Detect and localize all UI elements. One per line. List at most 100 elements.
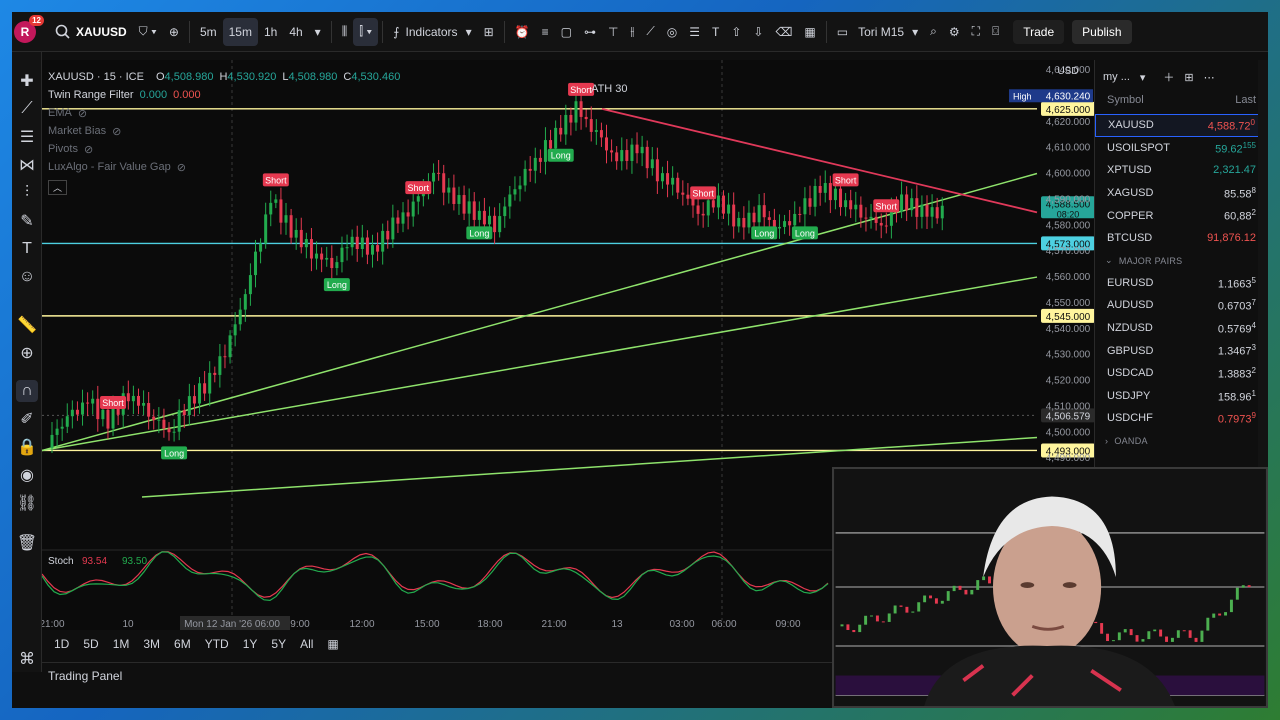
watchlist-row[interactable]: XPTUSD 2,321.47	[1095, 159, 1268, 182]
legend-indicator[interactable]: EMA ⊘	[48, 104, 400, 122]
time-tick: 21:00	[42, 619, 65, 630]
interval-dropdown-icon[interactable]: ▾	[309, 18, 327, 46]
section-header[interactable]: ⌄ MAJOR PAIRS	[1095, 250, 1268, 272]
stay-drawing-icon[interactable]: ✐	[16, 408, 38, 430]
object-tree-icon[interactable]: ⌘	[16, 648, 38, 670]
range-6M[interactable]: 6M	[168, 635, 197, 653]
eye-hidden-icon[interactable]: ⊘	[177, 161, 186, 174]
legend-indicator[interactable]: Market Bias ⊘	[48, 122, 400, 140]
alert-icon[interactable]: ⏰	[509, 18, 536, 46]
camera-icon[interactable]: ⌼	[986, 18, 1005, 46]
flag-icon[interactable]: ⛉ ▾	[133, 18, 163, 46]
eye-hidden-icon[interactable]: ⊘	[84, 143, 93, 156]
trading-panel-tab[interactable]: Trading Panel	[42, 662, 842, 688]
user-avatar[interactable]: R 12	[14, 14, 44, 43]
indicators-button[interactable]: ⨍ Indicators ▾	[387, 18, 477, 46]
range-1Y[interactable]: 1Y	[237, 635, 264, 653]
interval-1h[interactable]: 1h	[258, 18, 283, 46]
watchlist-row[interactable]: USDCHF 0.79739	[1095, 407, 1268, 430]
horizontal-line-icon[interactable]: ⊶	[578, 18, 602, 46]
mini-candle	[952, 585, 956, 592]
legend-indicator[interactable]: Twin Range Filter 0.000 0.000	[48, 86, 400, 104]
range-1M[interactable]: 1M	[107, 635, 136, 653]
vertical-line-icon[interactable]: ⊤	[602, 18, 624, 46]
compare-symbol-icon[interactable]: ⊕	[163, 18, 185, 46]
brush-tool-icon[interactable]: ✎	[16, 210, 38, 232]
arrow-down-icon[interactable]: ⇩	[747, 18, 769, 46]
indicator-value: 0.000	[173, 89, 201, 101]
trade-button[interactable]: Trade	[1013, 19, 1065, 44]
fullscreen-icon[interactable]: ⛶	[966, 18, 986, 46]
trend-line-icon[interactable]: ⟋	[640, 18, 660, 46]
settings-icon[interactable]: ⚙	[943, 18, 966, 46]
col-last[interactable]: Last	[1235, 94, 1256, 114]
channel-tool-icon[interactable]: ⫲	[624, 18, 640, 46]
ruler-icon[interactable]: 📏	[16, 314, 38, 336]
eraser-icon[interactable]: ⌫	[769, 18, 798, 46]
arrow-up-icon[interactable]: ⇧	[725, 18, 747, 46]
target-icon[interactable]: ◎	[661, 18, 683, 46]
range-5Y[interactable]: 5Y	[265, 635, 292, 653]
watchlist-layout-icon[interactable]: ⊞	[1184, 71, 1193, 84]
link-icon[interactable]: ⛓	[16, 492, 38, 514]
lock-icon[interactable]: 🔒	[16, 436, 38, 458]
collapse-legend-icon[interactable]: ︿	[48, 178, 400, 196]
zoom-in-icon[interactable]: ⊕	[16, 342, 38, 364]
fib-icon[interactable]: ☰	[683, 18, 706, 46]
watchlist-row[interactable]: GBPUSD 1.34673	[1095, 339, 1268, 362]
zoom-icon[interactable]: ⌕	[924, 18, 943, 46]
watchlist-row[interactable]: XAGUSD 85.588	[1095, 182, 1268, 205]
eye-hidden-icon[interactable]: ⊘	[112, 125, 121, 138]
interval-15m[interactable]: 15m	[222, 17, 258, 46]
range-All[interactable]: All	[294, 635, 319, 653]
more-icon[interactable]: ⋯	[1204, 71, 1215, 84]
range-1D[interactable]: 1D	[48, 635, 75, 653]
watchlist-row[interactable]: COPPER 60,882	[1095, 204, 1268, 227]
col-symbol[interactable]: Symbol	[1107, 94, 1144, 114]
candle-style-icon[interactable]: ⫿ ▾	[353, 17, 379, 46]
replay-icon[interactable]: ≡	[536, 18, 555, 46]
symbol-search[interactable]: XAUUSD	[48, 18, 133, 46]
text-tool-icon[interactable]: T	[16, 238, 38, 260]
pattern-tool-icon[interactable]: ⋈	[16, 154, 38, 176]
interval-5m[interactable]: 5m	[194, 18, 223, 46]
emoji-tool-icon[interactable]: ☺	[16, 266, 38, 288]
visibility-icon[interactable]: ◉	[16, 464, 38, 486]
templates-icon[interactable]: ⊞	[478, 18, 500, 46]
add-symbol-icon[interactable]: ＋	[1163, 69, 1174, 85]
watchlist-row[interactable]: USDCAD 1.38832	[1095, 362, 1268, 385]
eye-hidden-icon[interactable]: ⊘	[78, 107, 87, 120]
grid-icon[interactable]: ▦	[798, 18, 821, 46]
magnet-icon[interactable]: ∩	[16, 380, 38, 402]
text-tool-icon[interactable]: T	[706, 18, 725, 46]
currency-label[interactable]: USD	[1057, 66, 1078, 77]
rectangle-tool-icon[interactable]: ▢	[555, 18, 578, 46]
forecast-tool-icon[interactable]: ⫶	[16, 182, 38, 204]
trash-icon[interactable]: 🗑	[16, 532, 38, 554]
cursor-icon[interactable]: ✚	[16, 70, 38, 92]
watchlist-row[interactable]: AUDUSD 0.67037	[1095, 294, 1268, 317]
watchlist-row[interactable]: BTCUSD 91,876.12	[1095, 227, 1268, 250]
watchlist-row[interactable]: USDJPY 158.961	[1095, 385, 1268, 408]
range-5D[interactable]: 5D	[77, 635, 104, 653]
range-YTD[interactable]: YTD	[199, 635, 235, 653]
fib-tool-icon[interactable]: ☰	[16, 126, 38, 148]
range-3M[interactable]: 3M	[137, 635, 166, 653]
trend-line[interactable]	[42, 172, 1038, 452]
watchlist-title[interactable]: my ...	[1103, 71, 1130, 83]
section-header[interactable]: › OANDA	[1095, 430, 1268, 452]
publish-button[interactable]: Publish	[1072, 19, 1132, 44]
watchlist-row[interactable]: EURUSD 1.16635	[1095, 272, 1268, 295]
watchlist-row[interactable]: NZDUSD 0.57694	[1095, 317, 1268, 340]
bar-style-icon[interactable]: ⫼	[336, 18, 354, 46]
watchlist-row[interactable]: XAUUSD 4,588.720	[1095, 114, 1268, 137]
interval-4h[interactable]: 4h	[283, 18, 308, 46]
legend-indicator[interactable]: LuxAlgo - Fair Value Gap ⊘	[48, 158, 400, 176]
calendar-icon[interactable]: ▦	[321, 635, 344, 653]
legend-indicator[interactable]: Pivots ⊘	[48, 140, 400, 158]
watchlist-row[interactable]: USOILSPOT 59.62155	[1095, 137, 1268, 160]
layout-button[interactable]: ▭ Tori M15 ▾	[831, 18, 924, 46]
trend-line-tool-icon[interactable]: ⟋	[16, 98, 38, 120]
chevron-down-icon[interactable]: ▾	[1140, 71, 1146, 84]
trend-line[interactable]	[42, 276, 1038, 452]
